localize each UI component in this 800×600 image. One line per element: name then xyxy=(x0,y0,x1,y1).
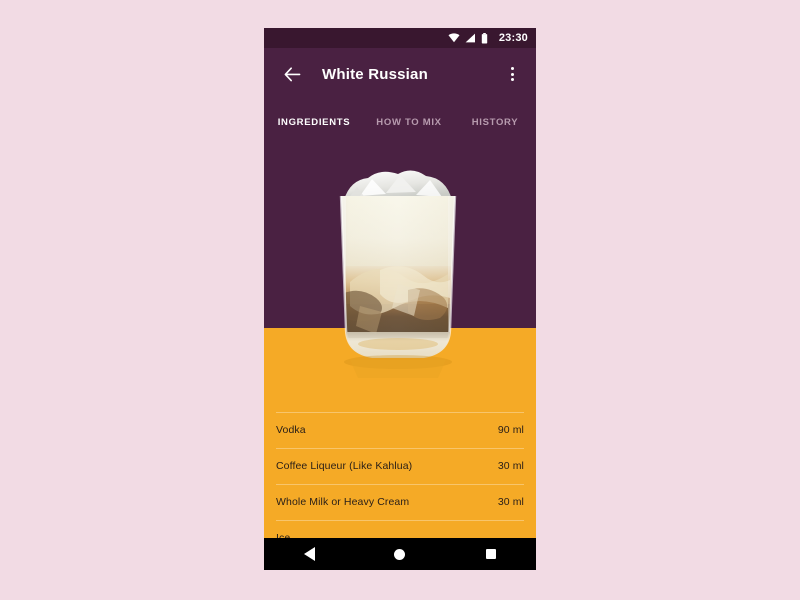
ingredients-list: Vodka 90 ml Coffee Liqueur (Like Kahlua)… xyxy=(264,412,536,538)
ingredient-row-vodka[interactable]: Vodka 90 ml xyxy=(264,412,536,448)
android-navigation-bar xyxy=(264,538,536,570)
battery-icon xyxy=(481,32,488,43)
status-bar: 23:30 xyxy=(264,28,536,48)
back-arrow-icon xyxy=(284,66,300,81)
tab-history[interactable]: HISTORY xyxy=(454,100,536,142)
cellular-signal-icon xyxy=(465,33,475,43)
nav-recents-button[interactable] xyxy=(468,538,514,570)
row-divider xyxy=(276,520,524,521)
ingredient-amount: 30 ml xyxy=(497,496,524,508)
ingredient-row-ice[interactable]: Ice xyxy=(264,520,536,538)
ingredient-row-milk-cream[interactable]: Whole Milk or Heavy Cream 30 ml xyxy=(264,484,536,520)
row-divider xyxy=(276,448,524,449)
ingredient-row-coffee-liqueur[interactable]: Coffee Liqueur (Like Kahlua) 30 ml xyxy=(264,448,536,484)
ingredient-amount: 30 ml xyxy=(497,460,524,472)
nav-home-button[interactable] xyxy=(377,538,423,570)
ingredient-amount: 90 ml xyxy=(497,424,524,436)
nav-home-circle-icon xyxy=(394,548,406,560)
nav-back-button[interactable] xyxy=(286,538,332,570)
nav-back-triangle-icon xyxy=(303,547,315,561)
row-divider xyxy=(276,412,524,413)
tab-how-to-mix[interactable]: HOW TO MIX xyxy=(364,100,454,142)
status-bar-clock: 23:30 xyxy=(498,31,528,44)
ice-cubes xyxy=(344,170,452,200)
tab-history-label: HISTORY xyxy=(471,116,519,128)
tab-ingredients[interactable]: INGREDIENTS xyxy=(264,100,364,142)
ingredient-name: Coffee Liqueur (Like Kahlua) xyxy=(276,460,413,472)
ingredient-name: Whole Milk or Heavy Cream xyxy=(276,496,410,508)
tab-how-to-mix-label: HOW TO MIX xyxy=(376,116,442,128)
overflow-menu-icon-dot2 xyxy=(510,72,514,76)
wifi-icon xyxy=(448,33,460,43)
overflow-menu-icon-dot3 xyxy=(510,78,514,81)
tab-bar: INGREDIENTS HOW TO MIX HISTORY xyxy=(264,100,536,142)
app-bar: White Russian xyxy=(264,48,536,100)
status-bar-icons: 23:30 xyxy=(448,31,528,44)
overflow-menu-icon xyxy=(510,67,514,70)
overflow-menu-button[interactable] xyxy=(494,54,530,94)
page-title: White Russian xyxy=(322,65,428,83)
ingredient-name: Vodka xyxy=(276,424,306,436)
tab-ingredients-label: INGREDIENTS xyxy=(277,116,351,128)
hero-image-area xyxy=(264,140,536,412)
back-button[interactable] xyxy=(272,54,312,94)
phone-screen: 23:30 White Russian INGREDIENTS HOW TO M… xyxy=(264,28,536,570)
white-russian-cocktail-photo xyxy=(320,166,476,398)
nav-recents-square-icon xyxy=(485,549,496,559)
row-divider xyxy=(276,484,524,485)
